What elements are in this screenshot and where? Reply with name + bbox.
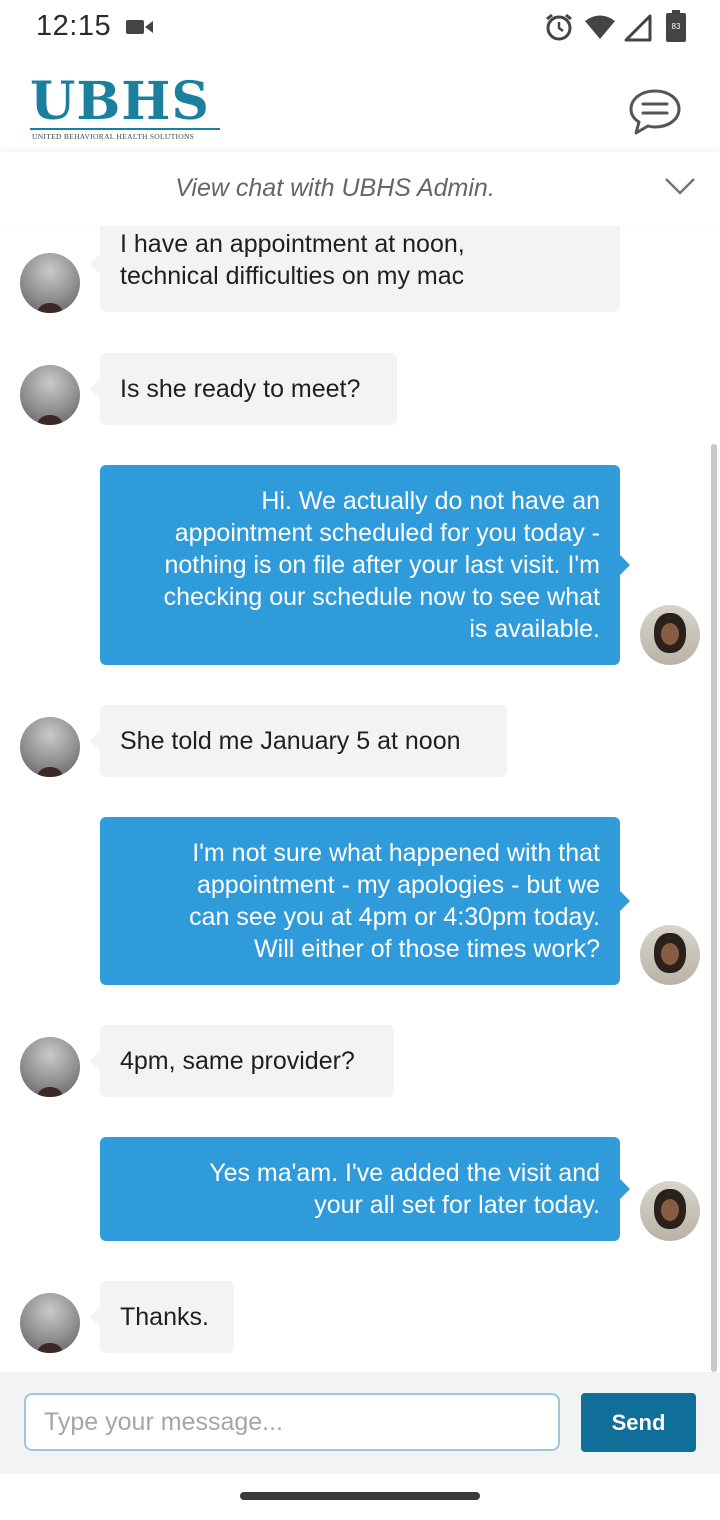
message-line: Is she ready to meet?	[120, 375, 361, 403]
message-line: nothing is on file after your last visit…	[164, 551, 600, 579]
battery-level: 83	[671, 22, 681, 31]
message-incoming: 4pm, same provider?	[90, 1025, 394, 1097]
admin-avatar	[640, 925, 700, 985]
chat-bubble-icon[interactable]	[628, 88, 682, 136]
chat-title: View chat with UBHS Admin.	[175, 174, 495, 202]
message-line: I have an appointment at noon,	[120, 230, 465, 258]
user-avatar	[20, 717, 80, 777]
message-line: Thanks.	[120, 1303, 209, 1331]
message-outgoing: Yes ma'am. I've added the visit and your…	[100, 1137, 630, 1241]
message-outgoing: I'm not sure what happened with that app…	[100, 817, 630, 985]
chat-header[interactable]: View chat with UBHS Admin.	[0, 152, 720, 226]
ubhs-logo[interactable]: UBHS UNITED BEHAVIORAL HEALTH SOLUTIONS	[30, 76, 222, 142]
message-line: is available.	[469, 615, 600, 643]
user-avatar	[20, 253, 80, 313]
wifi-icon	[585, 15, 615, 39]
message-incoming: Is she ready to meet?	[90, 353, 397, 425]
message-line: Yes ma'am. I've added the visit and	[209, 1159, 600, 1187]
user-avatar	[20, 1293, 80, 1353]
message-line: appointment - my apologies - but we	[197, 871, 600, 899]
message-line: checking our schedule now to see what	[163, 583, 600, 611]
status-bar: 12:15 83	[0, 0, 720, 56]
message-incoming: Thanks.	[90, 1281, 234, 1353]
message-composer: Send	[0, 1372, 720, 1475]
message-line: Hi. We actually do not have an	[261, 487, 600, 515]
logo-wordmark: UBHS	[30, 71, 210, 132]
system-nav-bar	[0, 1474, 720, 1520]
battery-icon: 83	[666, 10, 686, 42]
send-button[interactable]: Send	[581, 1393, 696, 1452]
message-line: appointment scheduled for you today -	[174, 519, 600, 547]
user-avatar	[20, 1037, 80, 1097]
message-scrollbar[interactable]	[711, 444, 717, 1372]
message-incoming: She told me January 5 at noon	[90, 705, 507, 777]
chevron-down-icon[interactable]	[664, 176, 696, 196]
alarm-icon	[546, 13, 572, 41]
message-line: I'm not sure what happened with that	[192, 839, 600, 867]
logo-underline	[30, 128, 220, 130]
message-line: She told me January 5 at noon	[120, 727, 461, 755]
admin-avatar	[640, 605, 700, 665]
logo-subtitle: UNITED BEHAVIORAL HEALTH SOLUTIONS	[32, 132, 195, 141]
message-incoming: I have an appointment at noon, technical…	[90, 226, 620, 312]
home-gesture-bar[interactable]	[240, 1492, 480, 1500]
message-outgoing: Hi. We actually do not have an appointme…	[100, 465, 630, 665]
video-camera-icon	[126, 20, 153, 34]
signal-icon	[624, 14, 652, 42]
message-line: your all set for later today.	[314, 1191, 600, 1219]
message-line: Will either of those times work?	[254, 935, 600, 963]
message-list[interactable]: I have an appointment at noon, technical…	[0, 226, 720, 1372]
user-avatar	[20, 365, 80, 425]
admin-avatar	[640, 1181, 700, 1241]
status-time: 12:15	[36, 10, 112, 42]
message-input[interactable]	[24, 1393, 560, 1451]
message-line: can see you at 4pm or 4:30pm today.	[189, 903, 600, 931]
message-line: 4pm, same provider?	[120, 1047, 355, 1075]
message-line: technical difficulties on my mac	[120, 262, 465, 290]
app-header: UBHS UNITED BEHAVIORAL HEALTH SOLUTIONS	[0, 56, 720, 152]
